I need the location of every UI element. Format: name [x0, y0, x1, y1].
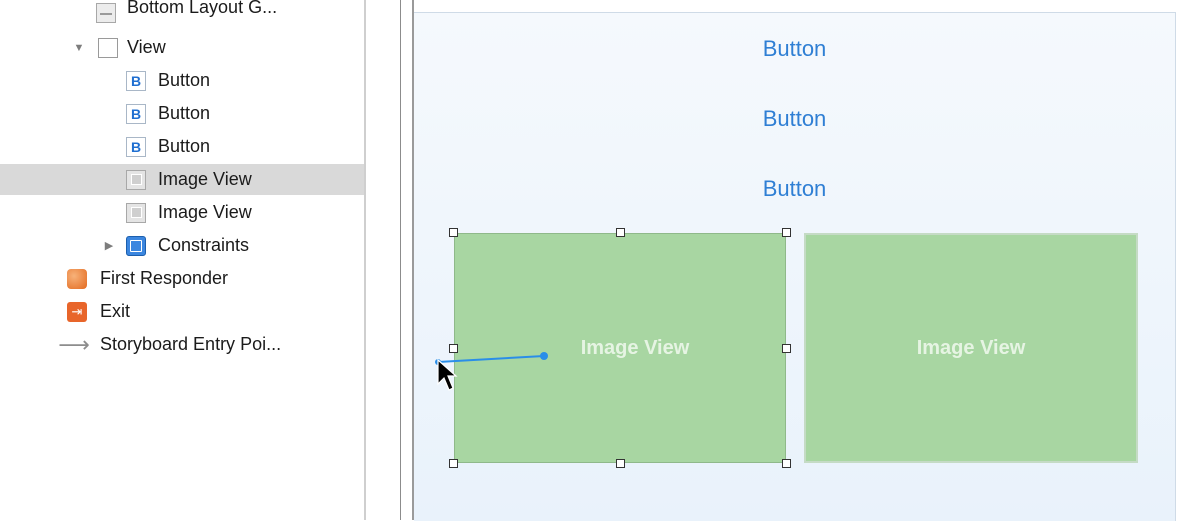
- drag-overlay: [435, 352, 548, 391]
- connection-endpoint: [540, 352, 548, 360]
- connection-line: [437, 355, 545, 363]
- mouse-pointer-icon: [437, 358, 458, 391]
